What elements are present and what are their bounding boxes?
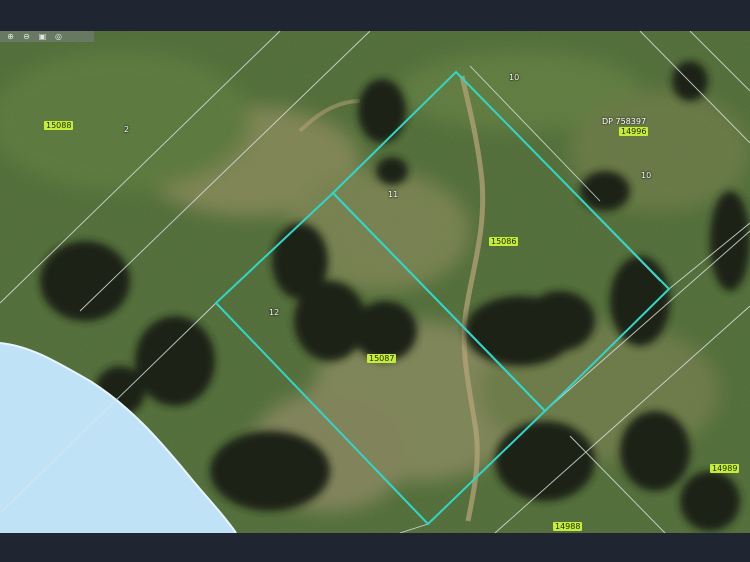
plan-label: DP 758397	[602, 117, 647, 126]
parcel-label-15086: 15086	[489, 237, 519, 246]
search-plus-icon[interactable]: ⊕	[4, 32, 17, 41]
aerial-map[interactable]: 2 10 10 11 12 15088 DP 758397 14996 1508…	[0, 31, 750, 533]
parcel-label-14989: 14989	[710, 464, 740, 473]
lot-label-11: 11	[388, 190, 399, 199]
parcel-label-14988: 14988	[553, 522, 583, 531]
lot-label-2: 2	[124, 125, 130, 134]
lot-label-12: 12	[269, 308, 280, 317]
page: 2 10 10 11 12 15088 DP 758397 14996 1508…	[0, 0, 750, 562]
parcel-label-14996: 14996	[619, 127, 649, 136]
parcel-label-15088: 15088	[44, 121, 74, 130]
parcel-label-15087: 15087	[367, 354, 397, 363]
lot-label-10-east: 10	[641, 171, 652, 180]
map-canvas[interactable]	[0, 31, 750, 533]
lot-label-10-north: 10	[509, 73, 520, 82]
search-minus-icon[interactable]: ⊖	[20, 32, 33, 41]
print-icon[interactable]: ▣	[36, 32, 49, 41]
layers-icon[interactable]: ◎	[52, 32, 65, 41]
map-toolbar: ⊕ ⊖ ▣ ◎	[0, 31, 94, 42]
